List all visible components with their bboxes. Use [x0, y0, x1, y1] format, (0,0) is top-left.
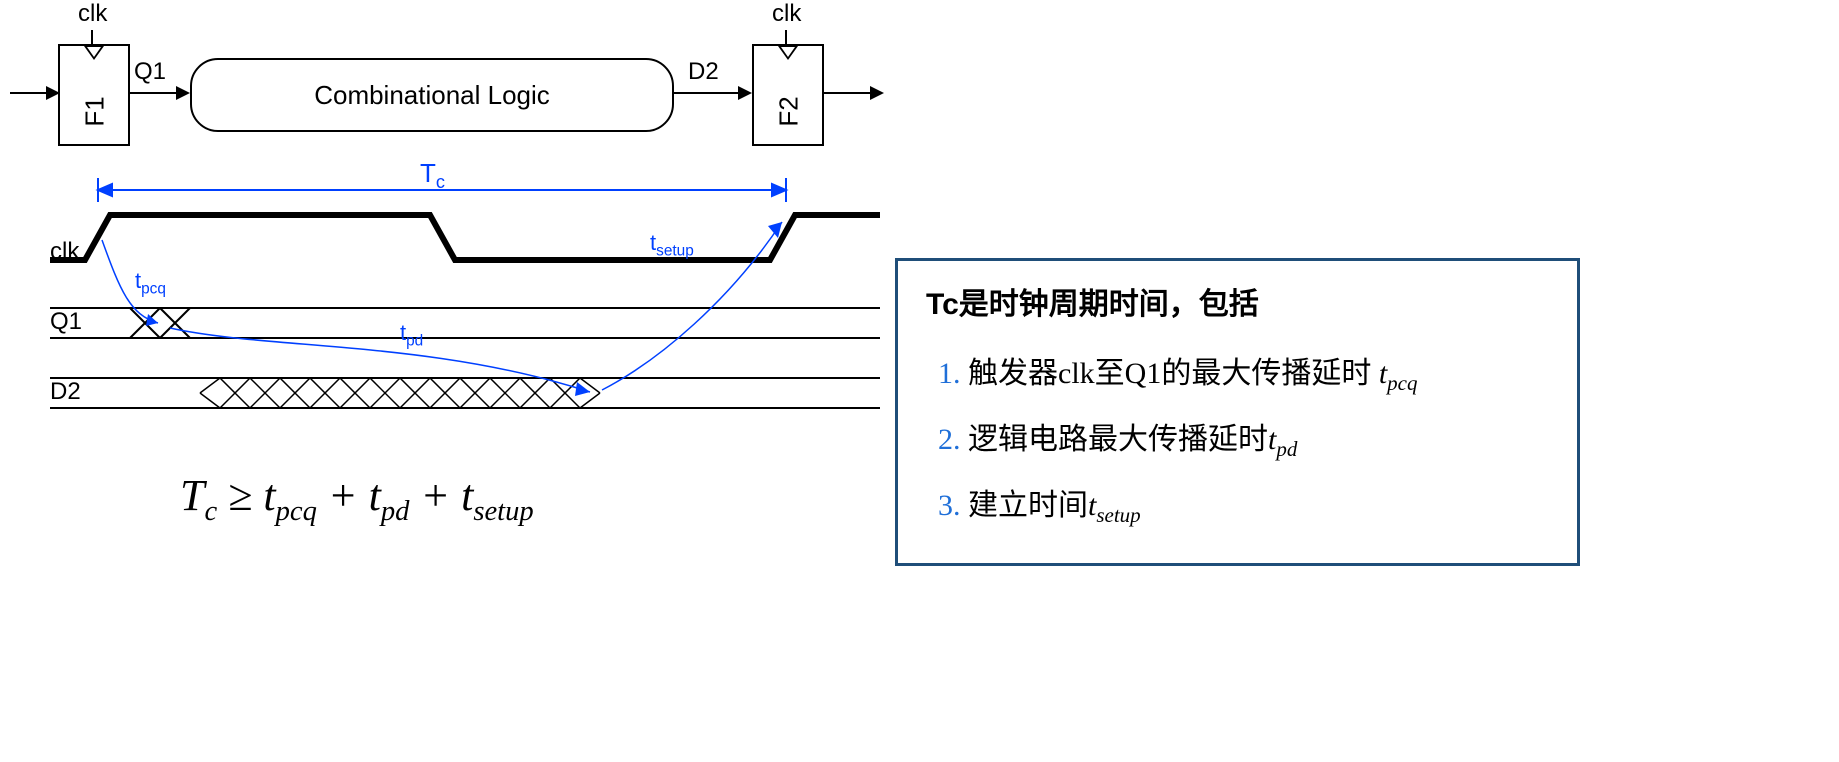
comb-label: Combinational Logic	[314, 80, 550, 111]
card-list: 触发器clk至Q1的最大传播延时 tpcq 逻辑电路最大传播延时tpd 建立时间…	[926, 341, 1549, 539]
timing-diagram	[10, 160, 910, 520]
clk-triangle-icon	[84, 46, 104, 60]
sig-clk: clk	[50, 238, 79, 266]
clk2-label: clk	[772, 0, 801, 28]
f2-text: F2	[774, 96, 805, 126]
wire-f1-comb	[128, 92, 188, 94]
flipflop-f1: F1	[58, 44, 130, 146]
wire-out-f2	[822, 92, 882, 94]
sig-q1: Q1	[50, 308, 82, 336]
wire-comb-f2	[672, 92, 750, 94]
card-item-2: 逻辑电路最大传播延时tpd	[968, 407, 1549, 473]
page: clk clk F1 F2 Combinational Logic Q1 D2	[0, 0, 1839, 762]
tc-label: Tc	[420, 158, 445, 193]
flipflop-f2: F2	[752, 44, 824, 146]
sig-d2: D2	[50, 378, 81, 406]
explanation-card: Tc是时钟周期时间，包括 触发器clk至Q1的最大传播延时 tpcq 逻辑电路最…	[895, 258, 1580, 566]
f1-text: F1	[80, 96, 111, 126]
clk1-label: clk	[78, 0, 107, 28]
tpd-label: tpd	[400, 320, 423, 350]
d2-pin: D2	[688, 58, 719, 86]
clk1-wire	[91, 30, 93, 44]
clk2-wire	[785, 30, 787, 44]
wire-in-f1	[10, 92, 58, 94]
timing-equation: Tc ≥ tpcq + tpd + tsetup	[180, 470, 534, 528]
tsetup-label: tsetup	[650, 230, 694, 260]
clk-triangle-icon	[778, 46, 798, 60]
tpcq-label: tpcq	[135, 268, 166, 298]
card-title: Tc是时钟周期时间，包括	[926, 279, 1549, 323]
card-item-3: 建立时间tsetup	[968, 473, 1549, 539]
card-item-1: 触发器clk至Q1的最大传播延时 tpcq	[968, 341, 1549, 407]
q1-pin: Q1	[134, 58, 166, 86]
combinational-logic: Combinational Logic	[190, 58, 674, 132]
